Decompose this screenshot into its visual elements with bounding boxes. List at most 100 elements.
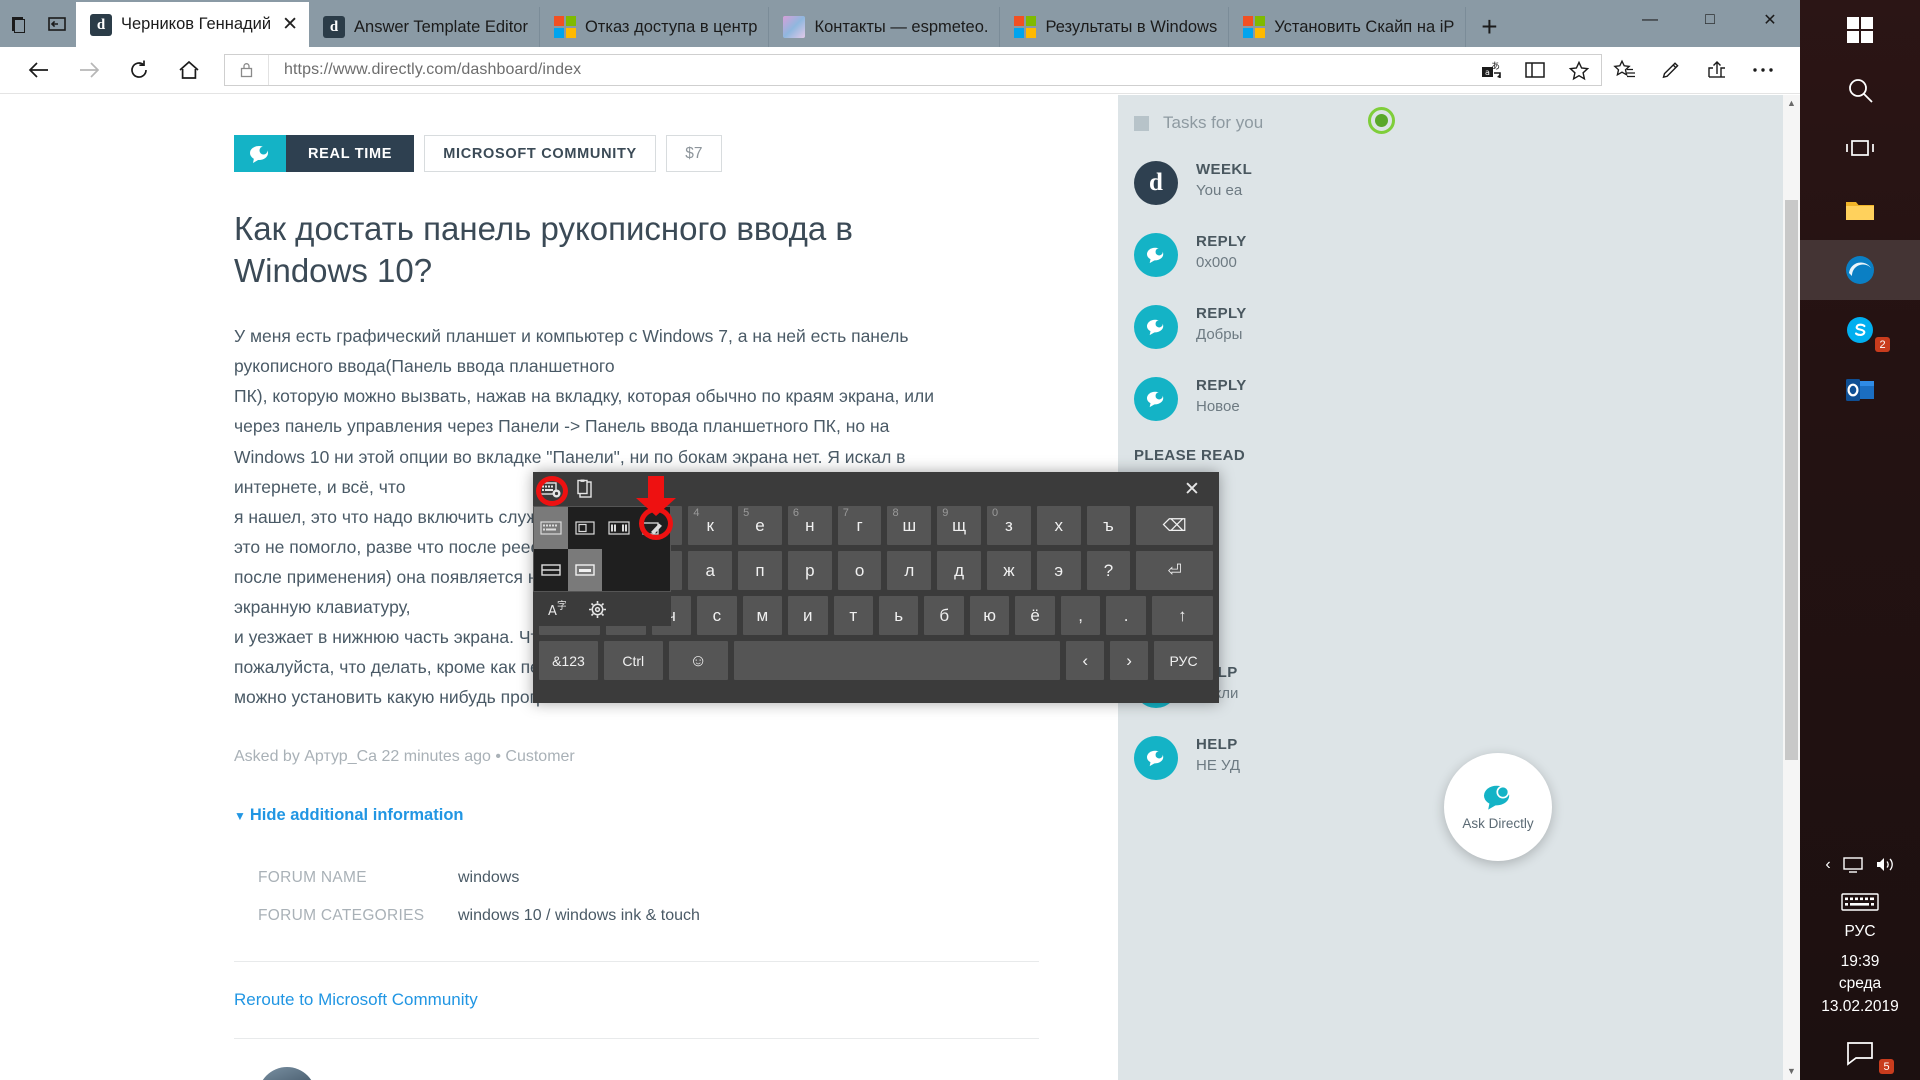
close-icon[interactable]: ✕ xyxy=(1175,476,1209,502)
key[interactable]: с xyxy=(697,596,737,635)
ask-directly-button[interactable]: Ask Directly xyxy=(1444,753,1552,861)
web-note-icon[interactable] xyxy=(1648,49,1694,91)
star-icon[interactable] xyxy=(1557,55,1601,85)
new-tab-button[interactable]: + xyxy=(1466,7,1512,47)
scroll-down-arrow[interactable]: ▼ xyxy=(1783,1063,1800,1080)
reroute-to-microsoft-community-link[interactable]: Reroute to Microsoft Community xyxy=(234,990,1118,1010)
left-arrow-key[interactable]: ‹ xyxy=(1066,641,1105,680)
set-aside-tabs-icon[interactable] xyxy=(38,0,76,47)
key[interactable]: о xyxy=(837,551,882,590)
browser-tab-1[interactable]: d Answer Template Editor xyxy=(309,7,540,47)
key[interactable]: 4к xyxy=(688,506,733,545)
key[interactable]: ? xyxy=(1086,551,1131,590)
key[interactable]: 0з xyxy=(987,506,1031,545)
ctrl-key[interactable]: Ctrl xyxy=(603,641,663,680)
more-ellipsis-icon[interactable] xyxy=(1740,49,1786,91)
clock-time[interactable]: 19:39 xyxy=(1800,943,1920,973)
display-icon[interactable] xyxy=(1842,856,1863,873)
file-explorer-icon[interactable] xyxy=(1800,180,1920,240)
browser-tab-4[interactable]: Результаты в Windows xyxy=(1000,7,1230,47)
maximize-button[interactable]: □ xyxy=(1680,0,1740,40)
key[interactable]: ю xyxy=(969,596,1010,635)
list-item[interactable]: REPLY Добры xyxy=(1118,291,1788,363)
clipboard-icon[interactable] xyxy=(576,479,594,499)
browser-tab-2[interactable]: Отказ доступа в центр xyxy=(540,7,770,47)
tab-microsoft-community[interactable]: MICROSOFT COMMUNITY xyxy=(424,135,656,172)
language-icon[interactable]: A字 xyxy=(547,600,566,618)
url-text[interactable]: https://www.directly.com/dashboard/index xyxy=(269,61,581,79)
list-item[interactable]: REPLY Новое xyxy=(1118,363,1788,435)
page-scrollbar[interactable]: ▲ ▼ xyxy=(1783,95,1800,1080)
enter-key[interactable]: ⏎ xyxy=(1136,551,1213,590)
browser-tab-3[interactable]: Контакты — espmeteo. xyxy=(769,7,1001,47)
key[interactable]: л xyxy=(887,551,932,590)
chevron-left-icon[interactable]: ‹ xyxy=(1825,856,1830,874)
default-keyboard-icon[interactable] xyxy=(534,507,568,549)
key[interactable]: м xyxy=(742,596,783,635)
address-bar[interactable]: https://www.directly.com/dashboard/index… xyxy=(224,54,1602,86)
volume-icon[interactable] xyxy=(1875,856,1895,873)
key[interactable]: . xyxy=(1106,596,1146,635)
translate-icon[interactable]: a あ xyxy=(1469,55,1513,85)
close-window-button[interactable]: ✕ xyxy=(1740,0,1800,40)
edge-browser-icon[interactable] xyxy=(1800,240,1920,300)
right-arrow-key[interactable]: › xyxy=(1110,641,1149,680)
answer-composer[interactable]: Provide your own answer xyxy=(258,1067,1118,1080)
tab-preview-icon[interactable] xyxy=(0,0,38,47)
key[interactable]: ъ xyxy=(1086,506,1131,545)
key[interactable]: п xyxy=(738,551,782,590)
browser-tab-0[interactable]: d Черников Геннадий ✕ xyxy=(76,2,310,47)
key[interactable]: э xyxy=(1036,551,1081,590)
task-view-icon[interactable] xyxy=(1800,120,1920,180)
key[interactable]: х xyxy=(1036,506,1081,545)
key[interactable]: 5е xyxy=(738,506,782,545)
split-keyboard-icon[interactable] xyxy=(602,507,636,549)
tab-real-time[interactable]: REAL TIME xyxy=(286,135,415,172)
home-button[interactable] xyxy=(164,49,214,91)
language-key[interactable]: РУС xyxy=(1154,641,1213,680)
input-language-indicator[interactable]: РУС xyxy=(1800,922,1920,943)
key[interactable]: т xyxy=(833,596,873,635)
favorites-hub-icon[interactable] xyxy=(1602,49,1648,91)
key[interactable]: д xyxy=(937,551,982,590)
key[interactable]: б xyxy=(924,596,964,635)
list-item[interactable]: d WEEKL You ea xyxy=(1118,147,1788,219)
back-button[interactable] xyxy=(14,49,64,91)
touch-keyboard-tray-button[interactable] xyxy=(1800,882,1920,922)
hide-additional-information-toggle[interactable]: ▼ Hide additional information xyxy=(234,806,1118,825)
key[interactable]: 9щ xyxy=(937,506,982,545)
key[interactable]: 6н xyxy=(787,506,832,545)
scroll-up-arrow[interactable]: ▲ xyxy=(1783,95,1800,112)
close-icon[interactable]: ✕ xyxy=(282,15,298,34)
standard-layout-icon[interactable] xyxy=(534,549,568,591)
share-icon[interactable] xyxy=(1694,49,1740,91)
backspace-key[interactable]: ⌫ xyxy=(1136,506,1213,545)
reading-view-icon[interactable] xyxy=(1513,55,1557,85)
key[interactable]: а xyxy=(688,551,733,590)
shift-key-right[interactable]: ↑ xyxy=(1151,596,1213,635)
key[interactable]: р xyxy=(787,551,832,590)
key[interactable]: ь xyxy=(878,596,919,635)
action-center-icon[interactable]: 5 xyxy=(1800,1028,1920,1080)
settings-gear-icon[interactable] xyxy=(588,600,607,619)
symbols-key[interactable]: &123 xyxy=(539,641,598,680)
list-item[interactable]: REPLY 0x000 xyxy=(1118,219,1788,291)
floating-layout-icon[interactable] xyxy=(568,549,602,591)
key[interactable]: ж xyxy=(987,551,1031,590)
key[interactable]: , xyxy=(1060,596,1101,635)
start-windows-icon[interactable] xyxy=(1800,0,1920,60)
key[interactable]: ё xyxy=(1015,596,1055,635)
emoji-key[interactable]: ☺ xyxy=(668,641,728,680)
key[interactable]: и xyxy=(788,596,828,635)
space-key[interactable] xyxy=(733,641,1061,680)
key[interactable]: 8ш xyxy=(887,506,932,545)
scrollbar-thumb[interactable] xyxy=(1785,200,1798,760)
key[interactable]: 7г xyxy=(837,506,882,545)
search-icon[interactable] xyxy=(1800,60,1920,120)
forward-button[interactable] xyxy=(64,49,114,91)
one-handed-keyboard-icon[interactable] xyxy=(568,507,602,549)
browser-tab-5[interactable]: Установить Скайп на iP xyxy=(1229,7,1467,47)
refresh-button[interactable] xyxy=(114,49,164,91)
skype-icon[interactable]: 2 xyxy=(1800,300,1920,360)
minimize-button[interactable]: — xyxy=(1620,0,1680,40)
